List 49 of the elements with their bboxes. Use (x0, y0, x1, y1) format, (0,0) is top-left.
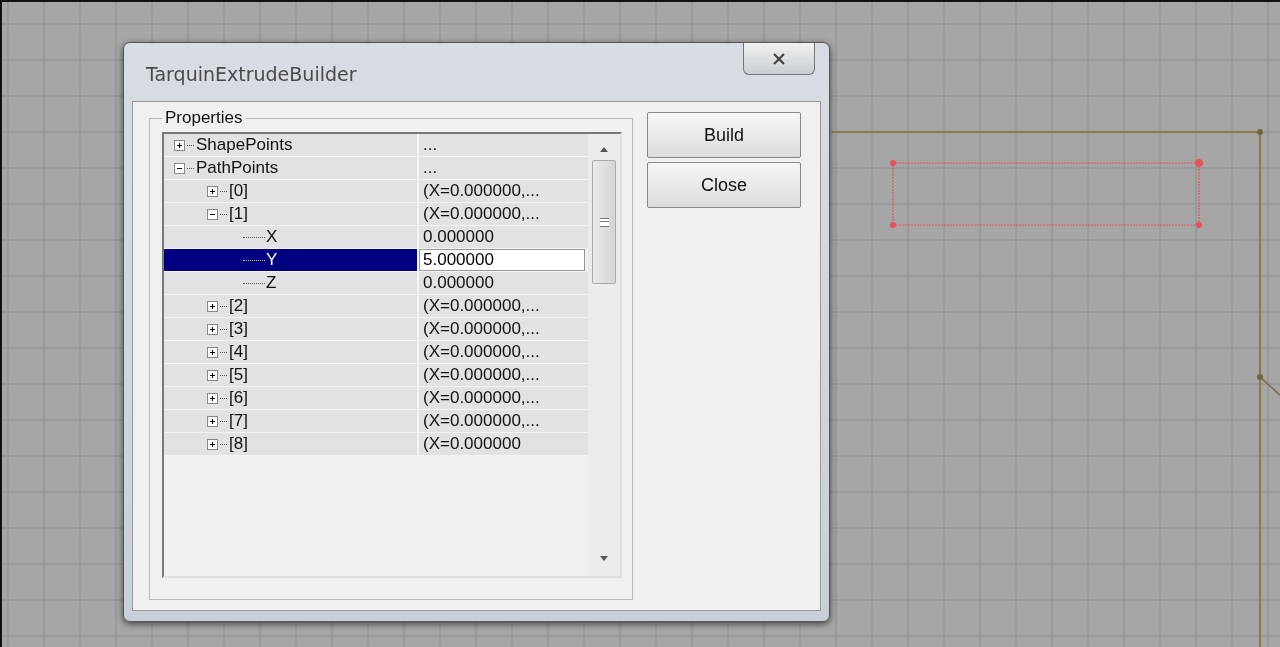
property-name[interactable]: X (164, 226, 419, 248)
expand-icon[interactable] (207, 438, 218, 450)
expand-icon[interactable] (207, 415, 218, 427)
scroll-thumb[interactable] (592, 160, 616, 284)
dialog-button[interactable]: Close (647, 162, 801, 208)
property-value: (X=0.000000,... (419, 364, 588, 386)
property-value: 0.000000 (419, 226, 588, 248)
collapse-icon[interactable] (174, 162, 185, 174)
property-value: (X=0.000000 (419, 433, 588, 455)
scroll-down-icon[interactable] (599, 556, 609, 562)
expand-icon[interactable] (207, 369, 218, 381)
window-title: TarquinExtrudeBuilder (146, 63, 357, 85)
property-value: (X=0.000000,... (419, 410, 588, 432)
property-name[interactable]: [4] (164, 341, 419, 363)
dialog-button[interactable]: Build (647, 112, 801, 158)
close-icon (772, 52, 786, 65)
property-value: (X=0.000000,... (419, 387, 588, 409)
property-value: 0.000000 (419, 272, 588, 294)
property-value: (X=0.000000,... (419, 341, 588, 363)
collapse-icon[interactable] (207, 208, 218, 220)
property-name[interactable]: [5] (164, 364, 419, 386)
property-value: ... (419, 134, 588, 156)
property-value: (X=0.000000,... (419, 295, 588, 317)
property-name[interactable]: [2] (164, 295, 419, 317)
expand-icon[interactable] (207, 346, 218, 358)
property-name[interactable]: Y (164, 249, 419, 271)
property-value: (X=0.000000,... (419, 203, 588, 225)
property-name[interactable]: PathPoints (164, 157, 419, 179)
property-value: ... (419, 157, 588, 179)
property-name[interactable]: ShapePoints (164, 134, 419, 156)
property-name[interactable]: [3] (164, 318, 419, 340)
value-field[interactable]: 5.000000 (419, 249, 585, 271)
expand-icon[interactable] (207, 185, 218, 197)
expand-icon[interactable] (207, 392, 218, 404)
property-value: (X=0.000000,... (419, 318, 588, 340)
property-name[interactable]: Z (164, 272, 419, 294)
expand-icon[interactable] (207, 300, 218, 312)
property-name[interactable]: [8] (164, 433, 419, 455)
scrollbar[interactable] (588, 134, 620, 576)
property-name[interactable]: [6] (164, 387, 419, 409)
property-value: (X=0.000000,... (419, 180, 588, 202)
property-name[interactable]: [7] (164, 410, 419, 432)
close-button[interactable] (743, 43, 815, 75)
group-label: Properties (164, 108, 244, 128)
expand-icon[interactable] (174, 139, 185, 151)
expand-icon[interactable] (207, 323, 218, 335)
property-name[interactable]: [1] (164, 203, 419, 225)
property-name[interactable]: [0] (164, 180, 419, 202)
scroll-up-icon[interactable] (599, 146, 609, 152)
